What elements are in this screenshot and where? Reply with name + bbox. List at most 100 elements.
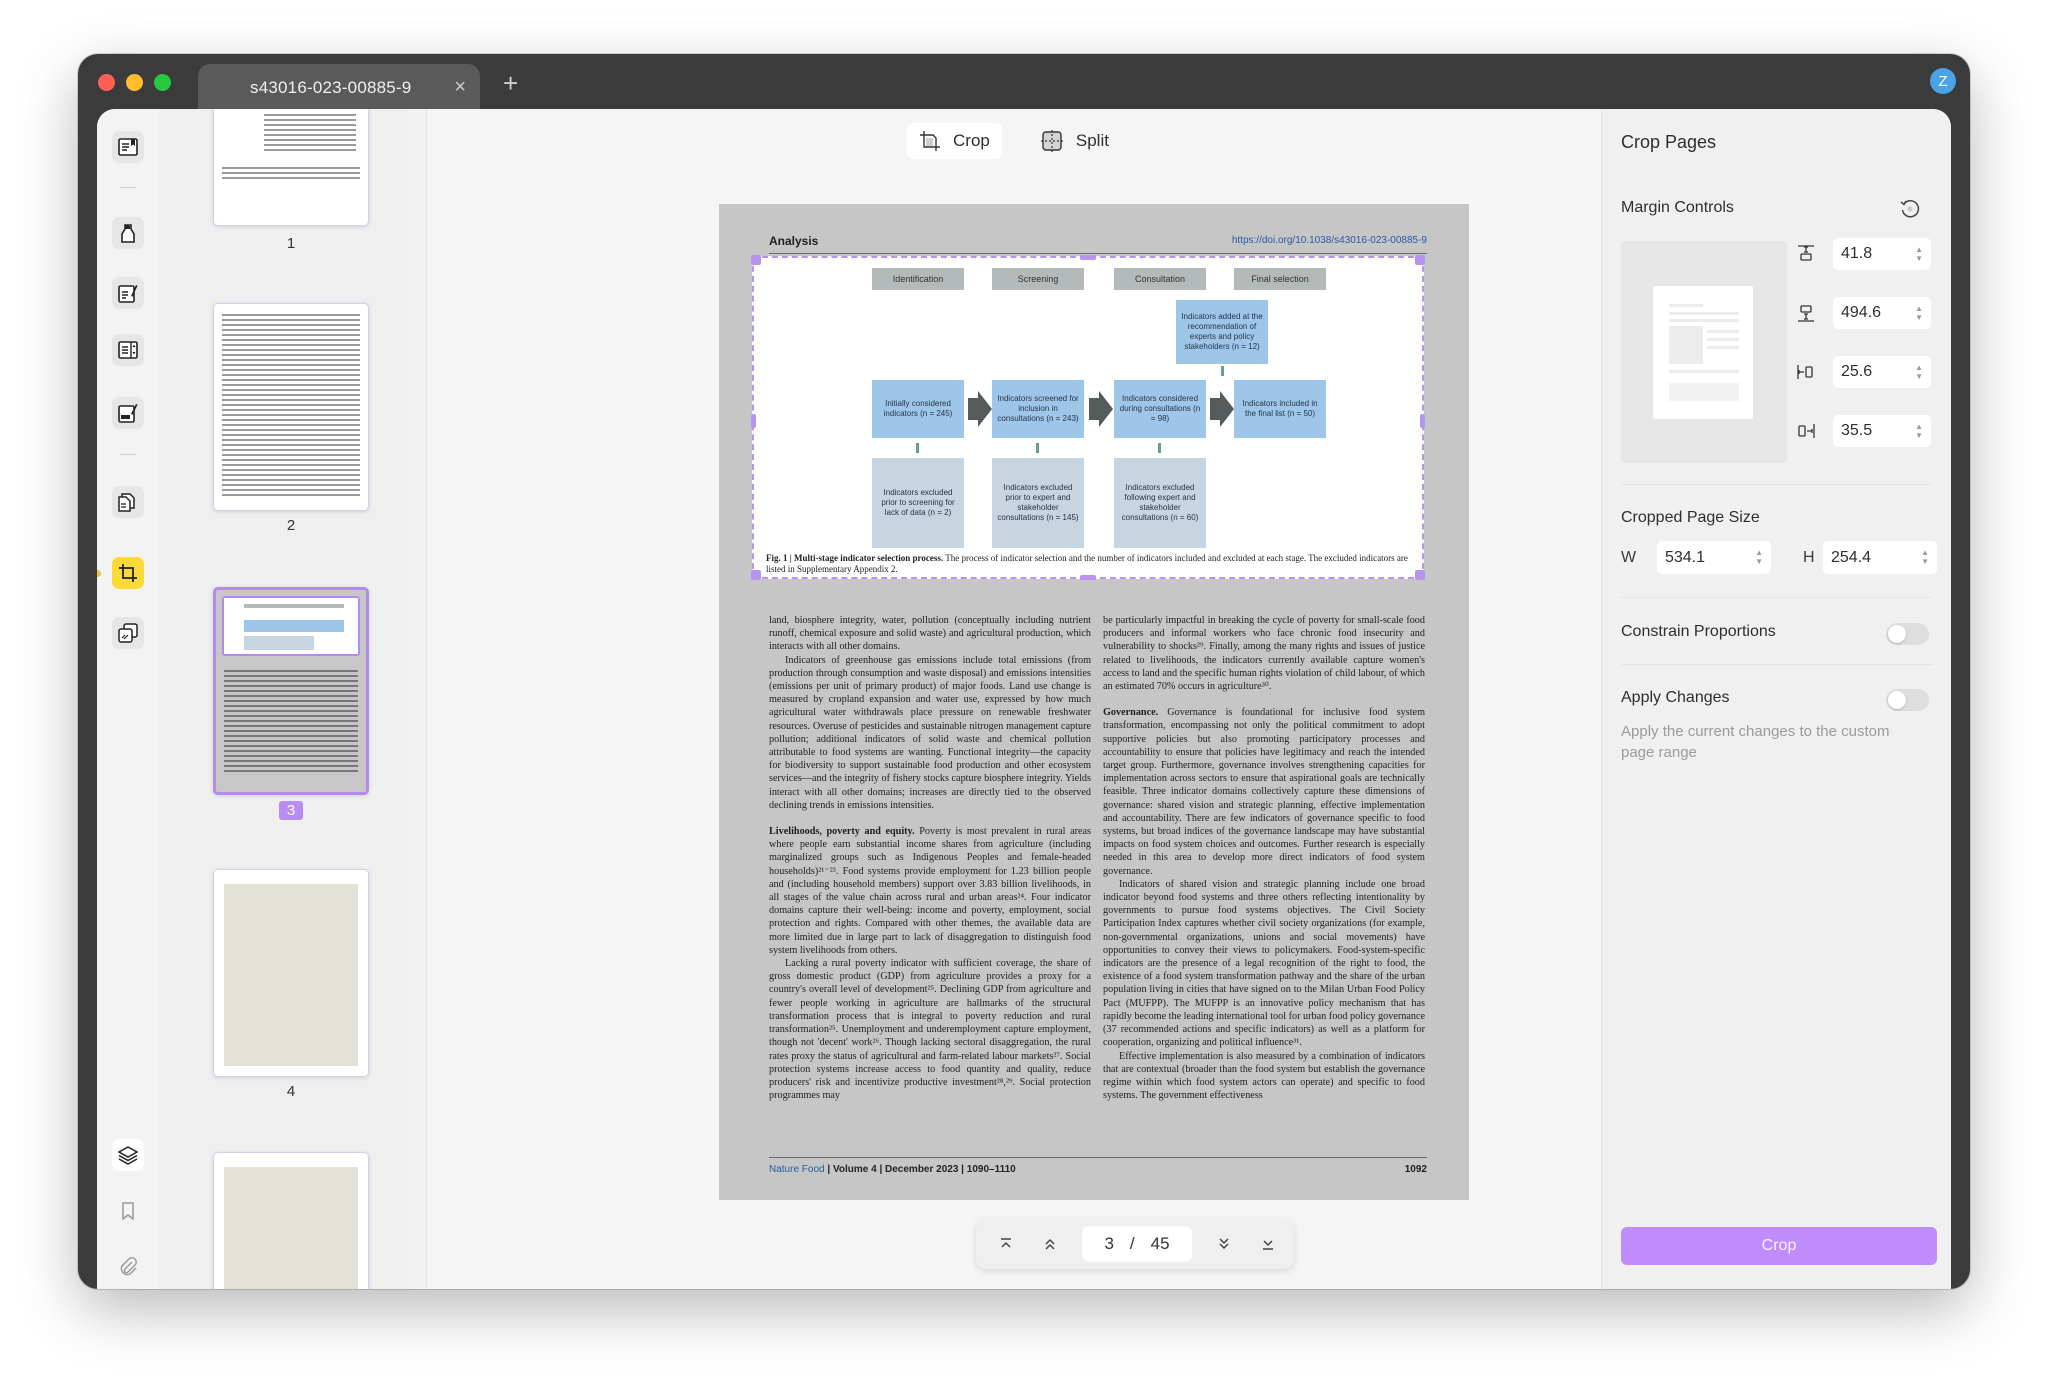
margin-left-value: 25.6: [1841, 363, 1873, 380]
figure-stage-label: Screening: [992, 268, 1084, 290]
margin-right-value: 35.5: [1841, 422, 1873, 439]
reset-margins-button[interactable]: [1899, 198, 1921, 220]
height-stepper[interactable]: ▲ ▼: [1921, 548, 1929, 566]
crop-handle-top[interactable]: [1080, 255, 1096, 260]
margin-right-input[interactable]: 35.5 ▲ ▼: [1833, 415, 1931, 447]
crop-tool-button[interactable]: [112, 557, 144, 589]
width-input[interactable]: 534.1 ▲ ▼: [1657, 541, 1771, 574]
figure-right-arrow-head: [1099, 391, 1113, 427]
total-pages: 45: [1150, 1234, 1170, 1253]
first-page-button[interactable]: [984, 1224, 1028, 1264]
panel-title: Crop Pages: [1621, 132, 1717, 152]
margin-left-input[interactable]: 25.6 ▲ ▼: [1833, 356, 1931, 388]
crop-button[interactable]: Crop: [1621, 1227, 1937, 1265]
sign-button[interactable]: [112, 397, 144, 429]
apply-changes-toggle[interactable]: [1886, 689, 1929, 711]
thumbnail-page-3[interactable]: [213, 587, 369, 795]
thumbnail-page-4[interactable]: [213, 869, 369, 1077]
figure-down-arrow: [916, 443, 919, 453]
tool-rail: [97, 109, 159, 1289]
reader-button[interactable]: [112, 131, 144, 163]
watermark-icon: [118, 623, 138, 643]
thumbnail-page-1[interactable]: [213, 109, 369, 226]
sign-icon: [118, 404, 138, 423]
width-label: W: [1621, 549, 1637, 566]
app-content: 1 2 3 4 Crop Split Analysis https://doi.…: [97, 109, 1951, 1289]
layers-icon: [117, 1146, 139, 1165]
minimize-window-button[interactable]: [126, 74, 143, 91]
maximize-window-button[interactable]: [154, 74, 171, 91]
margin-bottom-icon: [1792, 299, 1820, 327]
crop-handle-top-left[interactable]: [751, 255, 761, 265]
watermark-button[interactable]: [112, 617, 144, 649]
margin-top-input[interactable]: 41.8 ▲ ▼: [1833, 238, 1931, 270]
crop-handle-left[interactable]: [751, 414, 756, 428]
crop-handle-right[interactable]: [1420, 414, 1425, 428]
tab-title: s43016-023-00885-9: [250, 78, 412, 97]
document-tab[interactable]: s43016-023-00885-9 ×: [198, 64, 480, 112]
height-input[interactable]: 254.4 ▲ ▼: [1823, 541, 1937, 574]
footer-rule: [769, 1157, 1427, 1158]
figure-excluded-box: Indicators excluded following expert and…: [1114, 458, 1206, 548]
margin-right-row: 35.5 ▲ ▼: [1792, 415, 1931, 447]
organize-pages-button[interactable]: [112, 486, 144, 518]
thumbnail-page-5[interactable]: [213, 1152, 369, 1289]
form-button[interactable]: [112, 334, 144, 366]
margin-right-icon: [1792, 417, 1820, 445]
paragraph: Effective implementation is also measure…: [1103, 1050, 1425, 1102]
divider: [1621, 664, 1932, 665]
close-tab-icon[interactable]: ×: [454, 76, 466, 99]
user-avatar[interactable]: Z: [1930, 68, 1956, 94]
split-mode-button[interactable]: Split: [1028, 123, 1121, 159]
page-number-input[interactable]: 3 / 45: [1082, 1226, 1192, 1262]
figure-down-arrow: [1221, 366, 1224, 376]
margin-left-stepper[interactable]: ▲ ▼: [1915, 363, 1923, 381]
crop-handle-bottom[interactable]: [1080, 575, 1096, 580]
layers-button[interactable]: [112, 1139, 144, 1171]
margin-bottom-stepper[interactable]: ▲ ▼: [1915, 304, 1923, 322]
margin-right-stepper[interactable]: ▲ ▼: [1915, 422, 1923, 440]
thumbnail-label: 4: [286, 1083, 296, 1100]
attachments-button[interactable]: [112, 1251, 144, 1283]
crop-handle-bottom-left[interactable]: [751, 570, 761, 580]
page-header: Analysis https://doi.org/10.1038/s43016-…: [769, 234, 1427, 254]
figure-stage-label: Final selection: [1234, 268, 1326, 290]
next-page-icon: [1219, 1238, 1229, 1250]
margin-bottom-input[interactable]: 494.6 ▲ ▼: [1833, 297, 1931, 329]
apply-changes-hint: Apply the current changes to the custom …: [1621, 723, 1890, 761]
bookmark-button[interactable]: [112, 1195, 144, 1227]
paragraph-body: Governance is foundational for inclusive…: [1103, 707, 1425, 877]
doi-link[interactable]: https://doi.org/10.1038/s43016-023-00885…: [1232, 235, 1427, 246]
highlight-button[interactable]: [112, 217, 144, 249]
figure-stage-label: Consultation: [1114, 268, 1206, 290]
preview-page-icon: [1653, 286, 1753, 419]
rail-divider: [120, 187, 136, 188]
margin-top-icon: [1792, 240, 1820, 268]
highlighter-icon: [121, 224, 135, 243]
paragraph: Indicators of shared vision and strategi…: [1103, 878, 1425, 1049]
page-thumbnails: 1 2 3 4: [159, 109, 409, 1289]
new-tab-button[interactable]: +: [503, 70, 518, 96]
constrain-proportions-toggle[interactable]: [1886, 623, 1929, 645]
close-window-button[interactable]: [98, 74, 115, 91]
constrain-proportions-label: Constrain Proportions: [1621, 623, 1776, 640]
crop-mode-button[interactable]: Crop: [907, 123, 1002, 159]
thumbnail-label: 1: [286, 235, 296, 252]
last-page-button[interactable]: [1246, 1224, 1290, 1264]
crop-pages-panel: Crop Pages Margin Controls 41.8 ▲ ▼ 494.…: [1601, 109, 1951, 1289]
crop-selection-box[interactable]: Identification Screening Consultation Fi…: [751, 255, 1425, 580]
figure-caption-title: Fig. 1 | Multi-stage indicator selection…: [766, 553, 944, 563]
crop-handle-top-right[interactable]: [1415, 255, 1425, 265]
edit-button[interactable]: [112, 277, 144, 309]
thumbnail-page-2[interactable]: [213, 303, 369, 511]
margin-top-stepper[interactable]: ▲ ▼: [1915, 245, 1923, 263]
next-page-button[interactable]: [1202, 1224, 1246, 1264]
margin-left-row: 25.6 ▲ ▼: [1792, 356, 1931, 388]
width-stepper[interactable]: ▲ ▼: [1755, 548, 1763, 566]
figure-right-arrow: [1210, 398, 1220, 420]
figure-excluded-box: Indicators excluded prior to expert and …: [992, 458, 1084, 548]
crop-handle-bottom-right[interactable]: [1415, 570, 1425, 580]
previous-page-button[interactable]: [1028, 1224, 1072, 1264]
figure-down-arrow: [1158, 443, 1161, 453]
margin-left-icon: [1792, 358, 1820, 386]
